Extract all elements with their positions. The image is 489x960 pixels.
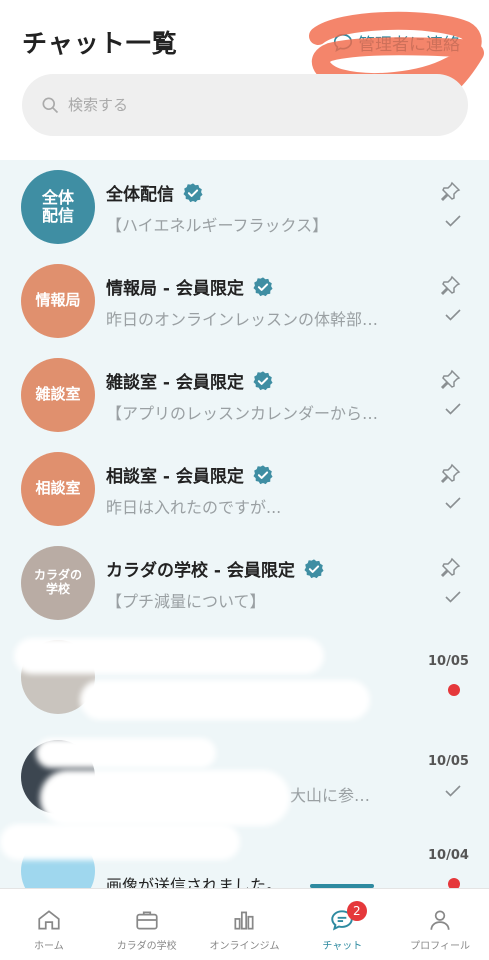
verified-badge-icon: [252, 276, 274, 298]
contact-admin-link[interactable]: 管理者に連絡: [332, 30, 460, 55]
avatar: 全体 配信: [21, 170, 95, 244]
tab-profile[interactable]: プロフィール: [392, 889, 489, 960]
pin-icon[interactable]: [438, 556, 462, 580]
chat-title: 雑談室 - 会員限定: [106, 368, 274, 393]
verified-badge-icon: [303, 558, 325, 580]
tab-label: チャット: [322, 941, 363, 952]
header: チャット一覧 管理者に連絡: [0, 0, 489, 160]
read-check-icon: [445, 785, 461, 797]
chat-title-text: 全体配信: [106, 185, 174, 205]
tab-chat[interactable]: 2 チャット: [294, 889, 391, 960]
avatar: 相談室: [21, 452, 95, 526]
chat-bubble-icon: [333, 33, 353, 52]
chat-title: 全体配信: [106, 180, 204, 205]
avatar: カラダの 学校: [21, 546, 95, 620]
verified-badge-icon: [252, 464, 274, 486]
pin-icon[interactable]: [438, 462, 462, 486]
chat-title-text: カラダの学校 - 会員限定: [106, 561, 295, 581]
read-check-icon: [445, 497, 461, 509]
pin-icon[interactable]: [438, 180, 462, 204]
avatar: 情報局: [21, 264, 95, 338]
tab-home[interactable]: ホーム: [0, 889, 97, 960]
redaction-mask: [14, 638, 324, 674]
chat-preview: 【アプリのレッスンカレンダーから…: [106, 404, 379, 423]
redaction-mask: [40, 770, 290, 826]
chat-date: 10/05: [428, 654, 469, 669]
search-input[interactable]: [68, 96, 408, 114]
chat-title: カラダの学校 - 会員限定: [106, 556, 325, 581]
redaction-mask: [0, 824, 240, 860]
tab-label: プロフィール: [410, 941, 470, 952]
chat-preview: 昨日は入れたのですが...: [106, 498, 282, 517]
list-item[interactable]: 雑談室 雑談室 - 会員限定 【アプリのレッスンカレンダーから…: [0, 348, 489, 442]
chat-title: 情報局 - 会員限定: [106, 274, 274, 299]
list-item[interactable]: 相談室 相談室 - 会員限定 昨日は入れたのですが...: [0, 442, 489, 536]
unread-indicator: [448, 684, 460, 696]
avatar-text: 学校: [45, 582, 70, 596]
avatar-text: 全体: [41, 187, 74, 207]
briefcase-icon: [136, 911, 158, 930]
chat-title-text: 雑談室 - 会員限定: [106, 373, 244, 393]
chat-list: 全体 配信 全体配信 【ハイエネルギーフラックス】 情報局 情報局 - 会員限定 …: [0, 160, 489, 890]
chat-preview: 大山に参…: [290, 786, 371, 805]
avatar-text: 雑談室: [35, 385, 81, 404]
list-item[interactable]: 情報局 情報局 - 会員限定 昨日のオンラインレッスンの体幹部…: [0, 254, 489, 348]
unread-count-badge: 2: [346, 901, 367, 921]
verified-badge-icon: [182, 182, 204, 204]
contact-admin-label: 管理者に連絡: [358, 35, 460, 55]
avatar-text: 相談室: [35, 479, 81, 498]
tab-label: ホーム: [34, 941, 64, 952]
profile-icon: [430, 910, 450, 930]
list-item[interactable]: カラダの 学校 カラダの学校 - 会員限定 【プチ減量について】: [0, 536, 489, 630]
redaction-mask: [80, 680, 370, 720]
page-title: チャット一覧: [22, 29, 178, 58]
avatar-text: 情報局: [35, 291, 81, 310]
chat-title-text: 相談室 - 会員限定: [106, 467, 244, 487]
home-icon: [38, 910, 60, 930]
tab-label: カラダの学校: [116, 941, 177, 952]
chat-preview: 【プチ減量について】: [106, 592, 266, 611]
avatar: 雑談室: [21, 358, 95, 432]
bottom-tab-bar: ホーム カラダの学校 オンラインジム 2 チャット プロフィール: [0, 888, 489, 960]
verified-badge-icon: [252, 370, 274, 392]
avatar-text: 配信: [41, 206, 74, 225]
chat-preview: 昨日のオンラインレッスンの体幹部…: [106, 310, 379, 329]
search-icon: [42, 97, 59, 114]
redaction-mask: [36, 738, 216, 768]
read-check-icon: [445, 403, 461, 415]
search-bar[interactable]: [22, 74, 468, 136]
chat-title-text: 情報局 - 会員限定: [106, 279, 244, 299]
chat-title: 相談室 - 会員限定: [106, 462, 274, 487]
tab-karada-school[interactable]: カラダの学校: [98, 889, 195, 960]
chat-date: 10/05: [428, 754, 469, 769]
pin-icon[interactable]: [438, 274, 462, 298]
tab-label: オンラインジム: [209, 941, 280, 952]
avatar-text: カラダの: [33, 568, 82, 583]
read-check-icon: [445, 309, 461, 321]
chat-preview: 【ハイエネルギーフラックス】: [106, 216, 329, 235]
pin-icon[interactable]: [438, 368, 462, 392]
list-item[interactable]: 全体 配信 全体配信 【ハイエネルギーフラックス】: [0, 160, 489, 254]
chat-date: 10/04: [428, 848, 469, 863]
tab-online-gym[interactable]: オンラインジム: [196, 889, 293, 960]
bar-chart-icon: [234, 911, 255, 930]
read-check-icon: [445, 591, 461, 603]
read-check-icon: [445, 215, 461, 227]
